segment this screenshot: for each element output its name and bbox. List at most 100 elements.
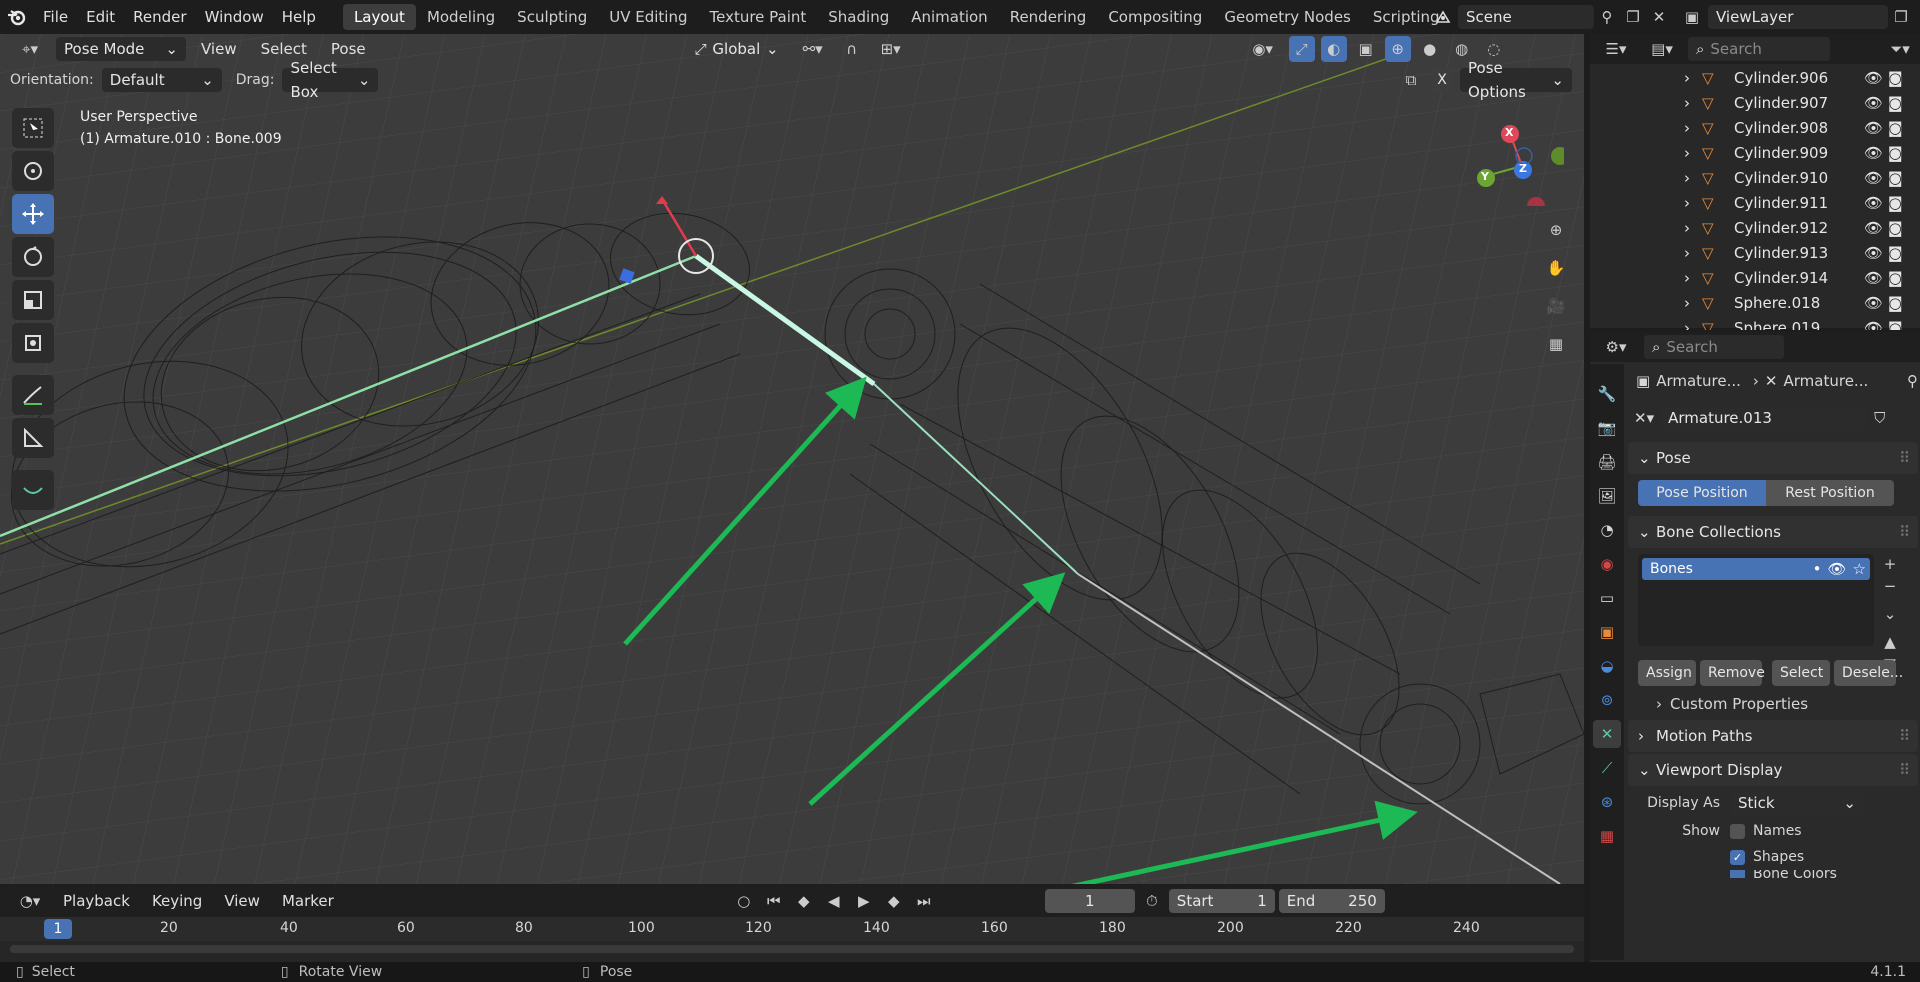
blender-logo-icon[interactable]	[0, 0, 34, 34]
rest-position-button[interactable]: Rest Position	[1766, 480, 1894, 506]
expand-arrow-icon[interactable]: ›	[1684, 241, 1690, 266]
snap-target-icon[interactable]: ⊞▾	[871, 36, 911, 62]
drag-handle-icon[interactable]: ⠿	[1899, 754, 1910, 786]
tab-sculpting[interactable]: Sculpting	[506, 4, 598, 30]
camera-icon[interactable]: ◙	[1888, 266, 1903, 291]
armature-name-field[interactable]: Armature.013	[1660, 406, 1869, 430]
eye-icon[interactable]: 👁	[1864, 116, 1883, 141]
list-item[interactable]: › ▽ Cylinder.914 👁 ◙	[1590, 266, 1920, 291]
prev-keyframe-icon[interactable]: ◆	[791, 888, 817, 914]
menu-timeline-view[interactable]: View	[215, 887, 269, 915]
cursor-tool[interactable]	[12, 151, 54, 191]
camera-icon[interactable]: ◙	[1888, 91, 1903, 116]
mirror-icon[interactable]: ⧉	[1398, 67, 1424, 93]
menu-render[interactable]: Render	[124, 0, 195, 34]
display-as-dropdown[interactable]: Stick ⌄	[1730, 791, 1864, 815]
bone-collection-list[interactable]: Bones • 👁 ☆	[1638, 554, 1874, 646]
eye-icon[interactable]: 👁	[1864, 141, 1883, 166]
list-item[interactable]: › ▽ Sphere.018 👁 ◙	[1590, 291, 1920, 316]
select-box-tool[interactable]	[12, 108, 54, 148]
tab-rendering[interactable]: Rendering	[999, 4, 1098, 30]
expand-arrow-icon[interactable]: ›	[1684, 266, 1690, 291]
eye-icon[interactable]: 👁	[1864, 216, 1883, 241]
3d-viewport[interactable]: User Perspective (1) Armature.010 : Bone…	[0, 34, 1584, 884]
pin-icon[interactable]: ⚲	[1594, 4, 1620, 30]
eye-icon[interactable]: 👁	[1864, 241, 1883, 266]
eye-icon[interactable]: 👁	[1864, 166, 1883, 191]
pin-icon[interactable]: ⚲	[1907, 372, 1918, 390]
eye-icon[interactable]: 👁	[1864, 291, 1883, 316]
pose-position-button[interactable]: Pose Position	[1638, 480, 1766, 506]
camera-icon[interactable]: ◙	[1888, 291, 1903, 316]
expand-arrow-icon[interactable]: ›	[1684, 191, 1690, 216]
tab-compositing[interactable]: Compositing	[1097, 4, 1213, 30]
tab-shading[interactable]: Shading	[817, 4, 900, 30]
editor-type-icon[interactable]: ⌖▾	[10, 36, 50, 62]
drag-dropdown[interactable]: Select Box ⌄	[282, 59, 379, 101]
drag-handle-icon[interactable]: ⠿	[1899, 516, 1910, 548]
viewlayer-name-field[interactable]: ViewLayer	[1708, 5, 1888, 29]
frame-ruler[interactable]: 1 20 40 60 80 100 120 140 160 180 200 22…	[0, 917, 1584, 941]
eye-icon[interactable]: 👁	[1864, 66, 1883, 91]
pose-panel-header[interactable]: ⌄ Pose ⠿	[1628, 442, 1918, 474]
visibility-icon[interactable]: ◉▾	[1243, 36, 1283, 62]
list-item[interactable]: › ▽ Cylinder.910 👁 ◙	[1590, 166, 1920, 191]
display-mode-icon[interactable]: ▤▾	[1642, 36, 1682, 62]
wireframe-shading-icon[interactable]: ⊕	[1384, 36, 1411, 62]
menu-view[interactable]: View	[192, 35, 246, 63]
auto-key-icon[interactable]: ○	[731, 888, 757, 914]
move-up-icon[interactable]: ▲	[1880, 632, 1900, 652]
tab-geometry-nodes[interactable]: Geometry Nodes	[1213, 4, 1362, 30]
drag-handle-icon[interactable]: ⠿	[1899, 442, 1910, 474]
overlays-icon[interactable]: ◐	[1320, 36, 1347, 62]
start-frame-field[interactable]: Start 1	[1168, 889, 1275, 913]
expand-arrow-icon[interactable]: ›	[1684, 291, 1690, 316]
menu-marker[interactable]: Marker	[273, 887, 343, 915]
camera-view-icon[interactable]: 🎥	[1540, 290, 1572, 322]
snap-icon[interactable]: ∩	[839, 36, 865, 62]
scale-tool[interactable]	[12, 280, 54, 320]
play-reverse-icon[interactable]: ◀	[821, 888, 847, 914]
timeline-editor-icon[interactable]: ◔▾	[10, 888, 50, 914]
expand-arrow-icon[interactable]: ›	[1684, 166, 1690, 191]
rotate-tool[interactable]	[12, 237, 54, 277]
viewport-canvas[interactable]	[0, 34, 1584, 884]
modifiers-tab-icon[interactable]: ◒	[1593, 652, 1621, 680]
names-checkbox[interactable]	[1730, 823, 1745, 839]
eye-icon[interactable]: 👁	[1864, 266, 1883, 291]
collection-tab-icon[interactable]: ▭	[1593, 584, 1621, 612]
list-item[interactable]: › ▽ Cylinder.908 👁 ◙	[1590, 116, 1920, 141]
render-tab-icon[interactable]: 📷	[1593, 414, 1621, 442]
play-icon[interactable]: ▶	[851, 888, 877, 914]
output-tab-icon[interactable]: 🖨	[1593, 448, 1621, 476]
playhead[interactable]: 1	[44, 919, 72, 939]
xray-icon[interactable]: ▣	[1353, 36, 1379, 62]
expand-arrow-icon[interactable]: ›	[1684, 116, 1690, 141]
navigation-gizmo[interactable]: X Y Z	[1464, 106, 1569, 215]
solid-shading-icon[interactable]: ●	[1417, 36, 1443, 62]
list-item[interactable]: › ▽ Cylinder.911 👁 ◙	[1590, 191, 1920, 216]
list-item[interactable]: › ▽ Cylinder.906 👁 ◙	[1590, 66, 1920, 91]
ortho-grid-icon[interactable]: ▦	[1540, 328, 1572, 360]
camera-icon[interactable]: ◙	[1888, 216, 1903, 241]
motion-paths-panel-header[interactable]: › Motion Paths ⠿	[1628, 720, 1918, 752]
viewlayer-selector[interactable]: ▣ ViewLayer ❐ ✕	[1676, 4, 1920, 30]
drag-handle-icon[interactable]: ⠿	[1899, 720, 1910, 752]
camera-icon[interactable]: ◙	[1888, 241, 1903, 266]
outliner-search[interactable]: ⌕ Search	[1688, 37, 1830, 61]
armature-data-tab-icon[interactable]: ✕	[1593, 720, 1621, 748]
scene-selector[interactable]: Scene ⚲ ❐ ✕	[1428, 4, 1672, 30]
texture-tab-icon[interactable]: ▦	[1593, 822, 1621, 850]
scene-tab-icon[interactable]: ◔	[1593, 516, 1621, 544]
delete-viewlayer-icon[interactable]: ✕	[1914, 4, 1920, 30]
next-keyframe-icon[interactable]: ◆	[881, 888, 907, 914]
new-scene-icon[interactable]: ❐	[1620, 4, 1646, 30]
list-item[interactable]: › ▽ Cylinder.912 👁 ◙	[1590, 216, 1920, 241]
breadcrumb-data[interactable]: Armature...	[1784, 372, 1869, 390]
tab-modeling[interactable]: Modeling	[416, 4, 506, 30]
properties-editor-icon[interactable]: ⚙▾	[1596, 334, 1636, 360]
timeline-scrollbar[interactable]	[10, 945, 1574, 953]
select-button[interactable]: Select	[1772, 660, 1830, 686]
delete-scene-icon[interactable]: ✕	[1646, 4, 1672, 30]
menu-window[interactable]: Window	[196, 0, 273, 34]
